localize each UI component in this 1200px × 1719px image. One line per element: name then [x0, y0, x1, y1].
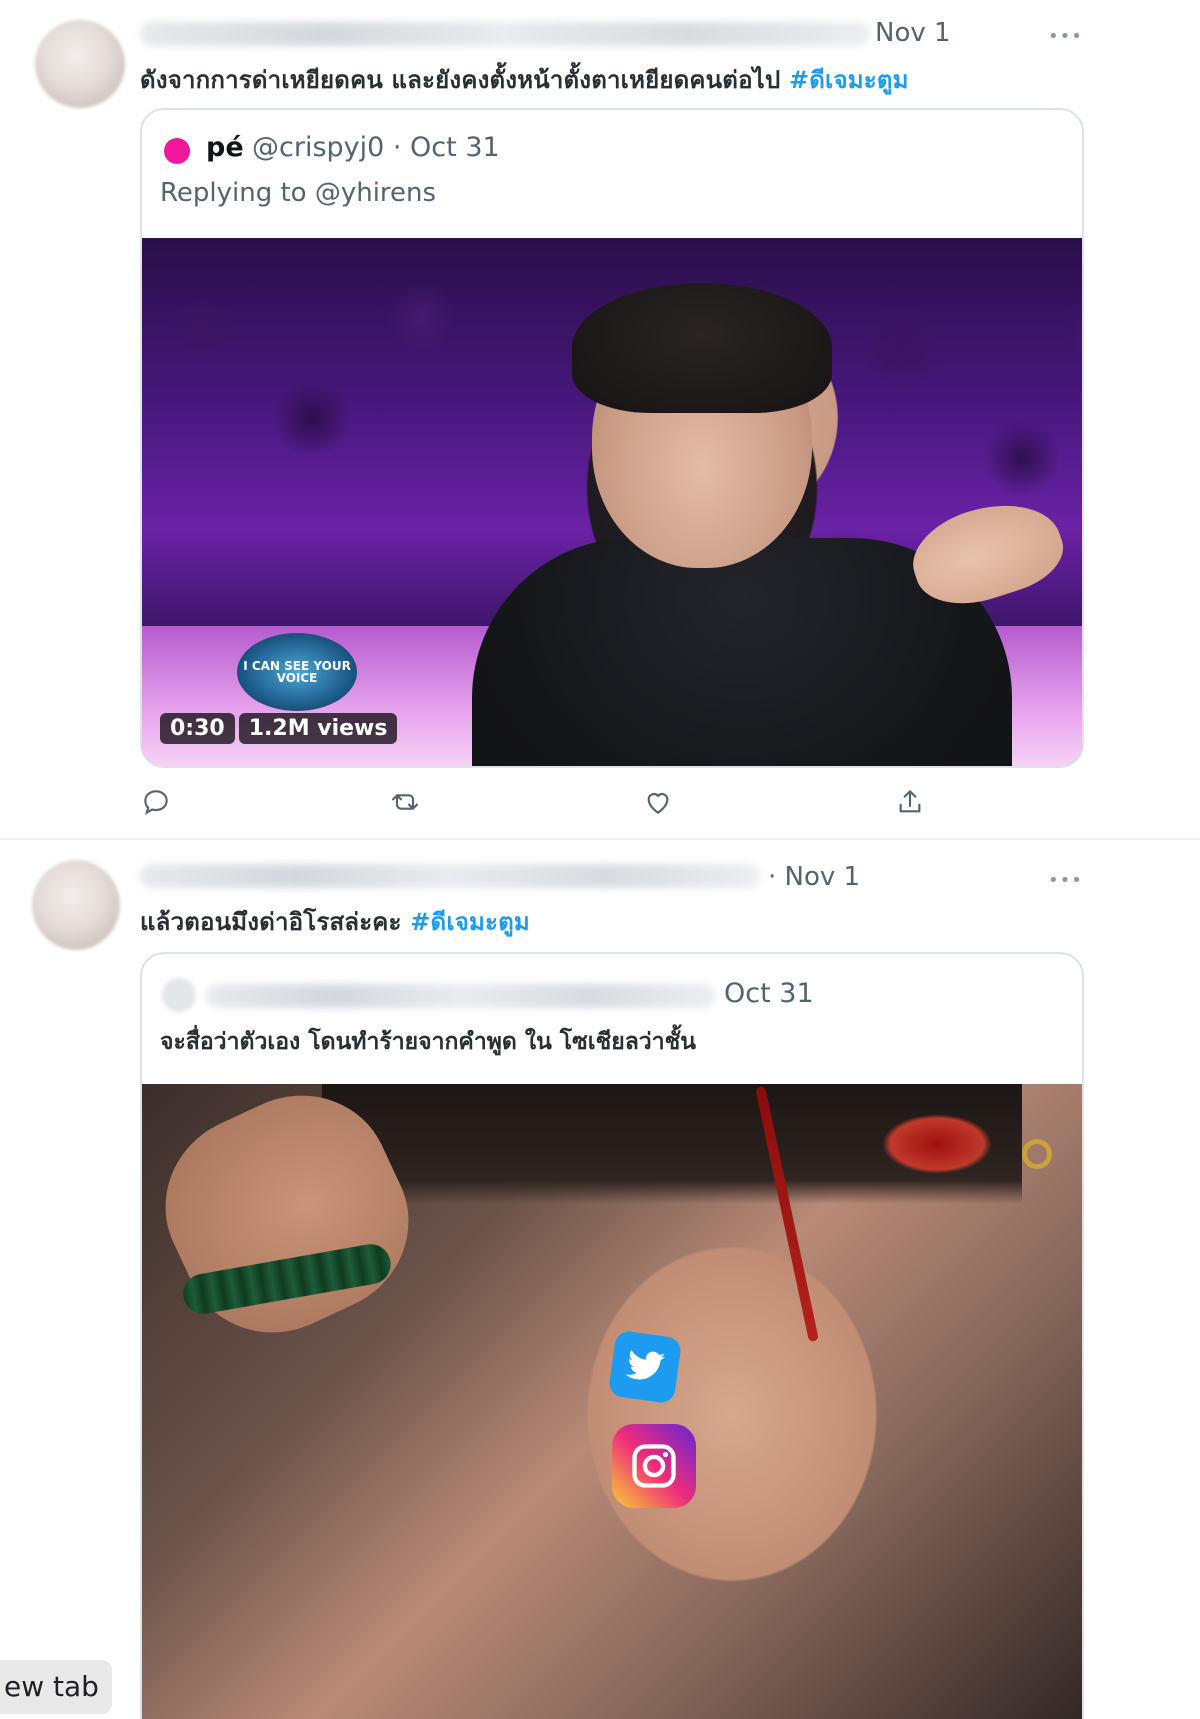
tweet-text: แล้วตอนมึงด่าอิโรสล่ะคะ #ดีเจมะตูม	[140, 902, 530, 941]
hashtag-link[interactable]: #ดีเจมะตูม	[789, 66, 909, 94]
twitter-logo-icon	[607, 1329, 683, 1405]
blurred-author-name	[140, 22, 870, 46]
video-badges: 0:30 1.2M views	[160, 713, 398, 744]
tweet-body: แล้วตอนมึงด่าอิโรสล่ะคะ	[140, 908, 402, 936]
tweet-actions	[140, 786, 940, 826]
video-views: 1.2M views	[238, 713, 398, 744]
hashtag-link[interactable]: #ดีเจมะตูม	[410, 908, 530, 936]
twitter-feed-page: Nov 1 ••• ดังจากการด่าเหยียดคน และยังคงต…	[0, 0, 1200, 1719]
quoted-avatar[interactable]	[164, 138, 190, 164]
retweet-icon[interactable]	[388, 786, 424, 822]
avatar[interactable]	[32, 860, 120, 950]
quoted-tweet[interactable]: Oct 31 จะสื่อว่าตัวเอง โดนทำร้ายจากคำพูด…	[140, 952, 1084, 1719]
tweet-body: ดังจากการด่าเหยียดคน และยังคงตั้งหน้าตั้…	[140, 66, 781, 94]
quoted-date[interactable]: Oct 31	[724, 978, 814, 1009]
more-options-icon[interactable]: •••	[1048, 870, 1083, 891]
replying-to: Replying to @yhirens	[160, 178, 437, 208]
reply-icon[interactable]	[140, 786, 176, 822]
blurred-author-name	[140, 864, 760, 888]
quoted-tweet[interactable]: pé @crispyj0 · Oct 31 Replying to @yhire…	[140, 108, 1084, 768]
tweet-date[interactable]: Nov 1	[875, 18, 951, 48]
person-hair	[572, 283, 832, 413]
tweet-date[interactable]: · Nov 1	[768, 862, 860, 892]
video-player[interactable]: I CAN SEE YOUR VOICE 0:30 1.2M views	[142, 238, 1082, 766]
tweet-2[interactable]: · Nov 1 ••• แล้วตอนมึงด่าอิโรสล่ะคะ #ดีเ…	[0, 840, 1200, 1719]
new-tab-tooltip[interactable]: ew tab	[0, 1660, 112, 1714]
share-icon[interactable]	[894, 786, 930, 822]
tweet-1[interactable]: Nov 1 ••• ดังจากการด่าเหยียดคน และยังคงต…	[0, 0, 1200, 840]
quoted-handle-date[interactable]: @crispyj0 · Oct 31	[252, 132, 500, 163]
tweet-text: ดังจากการด่าเหยียดคน และยังคงตั้งหน้าตั้…	[140, 60, 909, 99]
blurred-quoted-author	[206, 984, 716, 1008]
earring	[1022, 1139, 1052, 1169]
quoted-avatar[interactable]	[162, 978, 196, 1012]
like-icon[interactable]	[642, 786, 678, 822]
quoted-author-name[interactable]: pé	[206, 132, 244, 163]
quoted-text: จะสื่อว่าตัวเอง โดนทำร้ายจากคำพูด ใน โซเ…	[160, 1029, 696, 1055]
quoted-image[interactable]	[142, 1084, 1082, 1719]
show-logo: I CAN SEE YOUR VOICE	[237, 633, 357, 711]
video-duration: 0:30	[160, 713, 235, 744]
blood-wound	[882, 1114, 992, 1174]
instagram-logo-icon	[612, 1424, 696, 1508]
avatar[interactable]	[35, 20, 125, 108]
more-options-icon[interactable]: •••	[1048, 26, 1083, 47]
